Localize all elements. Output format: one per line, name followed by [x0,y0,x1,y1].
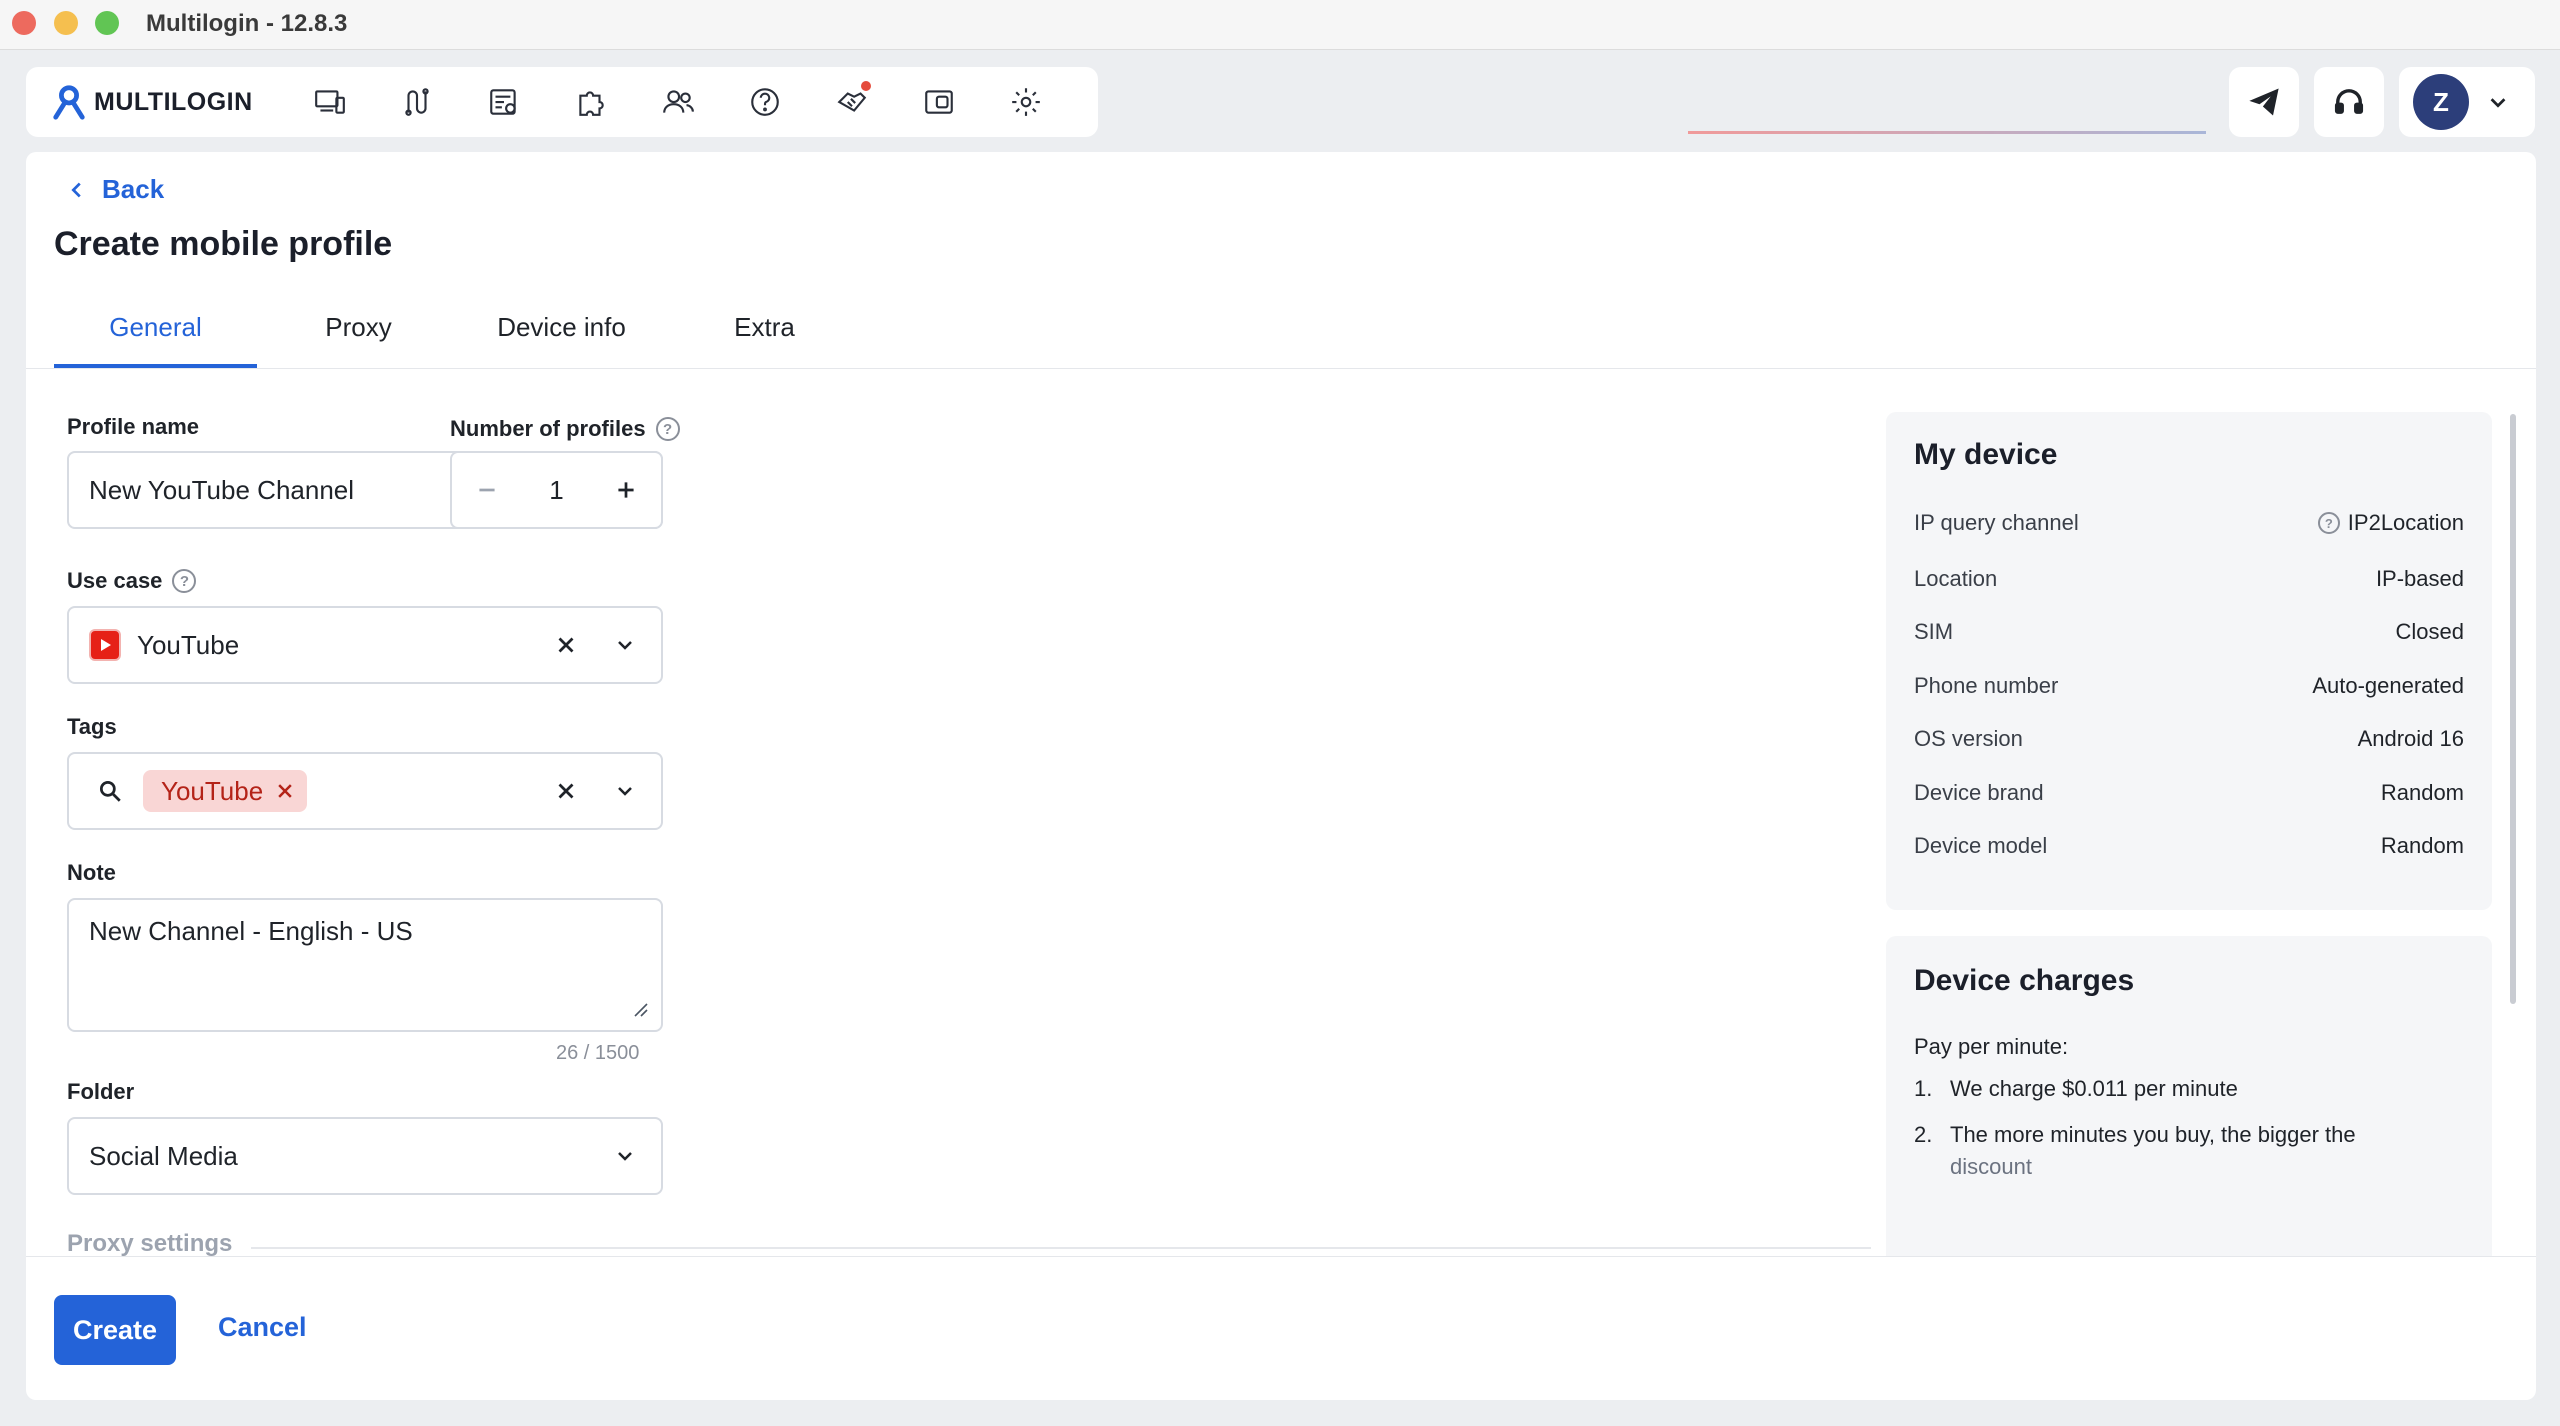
use-case-select[interactable]: YouTube [67,606,663,684]
plus-icon [618,482,634,498]
use-case-value: YouTube [137,629,240,660]
telegram-button[interactable] [2229,67,2299,137]
minus-icon [479,488,495,492]
tab-bar: General Proxy Device info Extra [54,302,866,368]
increment-button[interactable] [591,453,661,527]
device-row-brand: Device brand Random [1914,780,2464,805]
create-button[interactable]: Create [54,1295,176,1365]
user-menu[interactable]: Z [2399,67,2535,137]
device-row-sim: SIM Closed [1914,619,2464,644]
help-icon[interactable]: ? [655,417,680,441]
chevron-down-icon [618,1152,632,1161]
tag-chip[interactable]: YouTube [143,770,308,812]
close-window-button[interactable] [12,11,36,35]
number-of-profiles-label: Number of profiles ? [450,416,680,442]
top-navbar: MULTILOGIN [26,67,1098,137]
number-of-profiles-value[interactable]: 1 [549,475,563,506]
help-icon[interactable]: ? [2317,512,2340,534]
chevron-left-icon [71,182,81,197]
proxy-settings-heading: Proxy settings [67,1230,233,1257]
loading-progress-line [1688,131,2206,134]
minimize-window-button[interactable] [54,11,78,35]
resize-handle-icon[interactable] [631,1000,649,1018]
tab-extra[interactable]: Extra [663,302,866,368]
cancel-button[interactable]: Cancel [218,1312,307,1343]
footer-divider [26,1256,2536,1257]
profile-name-value: New YouTube Channel [89,474,355,505]
scrollbar[interactable] [2510,414,2516,1004]
note-value: New Channel - English - US [89,916,413,946]
section-divider [251,1247,1871,1249]
help-icon[interactable]: ? [172,569,197,593]
clear-icon[interactable] [553,632,579,658]
device-row-ip-query: IP query channel ? IP2Location [1914,510,2464,535]
tags-input[interactable]: YouTube [67,752,663,830]
charges-intro: Pay per minute: [1914,1034,2069,1059]
notification-dot [861,81,871,91]
folder-label: Folder [67,1079,135,1104]
avatar: Z [2413,74,2469,130]
chevron-down-icon[interactable] [613,779,637,803]
note-char-counter: 26 / 1500 [556,1042,640,1064]
tags-label: Tags [67,714,117,739]
tabs-divider [26,368,2536,369]
profile-name-label: Profile name [67,414,200,439]
tag-label: YouTube [161,775,264,806]
wallet-icon[interactable] [895,67,982,137]
device-row-model: Device model Random [1914,833,2464,858]
use-case-label: Use case ? [67,568,197,594]
logo[interactable]: MULTILOGIN [26,83,286,121]
charges-item: 2. The more minutes you buy, the bigger t… [1914,1122,2356,1147]
my-device-card: My device IP query channel ? IP2Location … [1886,412,2492,910]
my-device-title: My device [1914,438,2058,471]
extensions-icon[interactable] [547,67,634,137]
folder-value: Social Media [89,1140,238,1171]
tab-proxy[interactable]: Proxy [257,302,460,368]
folder-select[interactable]: Social Media [67,1117,663,1195]
main-panel: Back Create mobile profile General Proxy… [26,152,2536,1400]
youtube-icon [89,629,121,661]
device-row-phone: Phone number Auto-generated [1914,673,2464,698]
note-textarea[interactable]: New Channel - English - US [67,898,663,1032]
back-label: Back [102,174,165,204]
team-icon[interactable] [634,67,721,137]
device-charges-title: Device charges [1914,964,2135,997]
chevron-down-icon[interactable] [613,633,637,657]
back-link[interactable]: Back [66,174,164,205]
partner-icon[interactable] [808,67,895,137]
charges-item: 1. We charge $0.011 per minute [1914,1076,2238,1101]
remove-tag-icon[interactable] [275,781,295,801]
device-row-os: OS version Android 16 [1914,726,2464,751]
window-title: Multilogin - 12.8.3 [146,10,348,37]
profiles-list-icon[interactable] [460,67,547,137]
chevron-down-icon [2490,98,2506,108]
window-titlebar: Multilogin - 12.8.3 [0,0,2560,50]
telegram-icon [2249,88,2279,116]
number-of-profiles-stepper: 1 [450,451,663,529]
search-icon [99,780,121,802]
decrement-button[interactable] [452,453,522,527]
settings-icon[interactable] [982,67,1069,137]
page-title: Create mobile profile [54,225,393,263]
maximize-window-button[interactable] [95,11,119,35]
devices-icon[interactable] [286,67,373,137]
clear-icon[interactable] [553,778,579,804]
support-button[interactable] [2314,67,2384,137]
logo-text: MULTILOGIN [94,87,253,116]
device-row-location: Location IP-based [1914,566,2464,591]
headset-icon [2334,89,2364,114]
help-icon[interactable] [721,67,808,137]
multilogin-logo-icon [53,85,85,120]
note-label: Note [67,860,116,885]
tab-general[interactable]: General [54,302,257,368]
device-charges-card: Device charges Pay per minute: 1. We char… [1886,936,2492,1256]
tab-device-info[interactable]: Device info [460,302,663,368]
charges-item-continued: discount [1950,1154,2032,1179]
automation-icon[interactable] [373,67,460,137]
